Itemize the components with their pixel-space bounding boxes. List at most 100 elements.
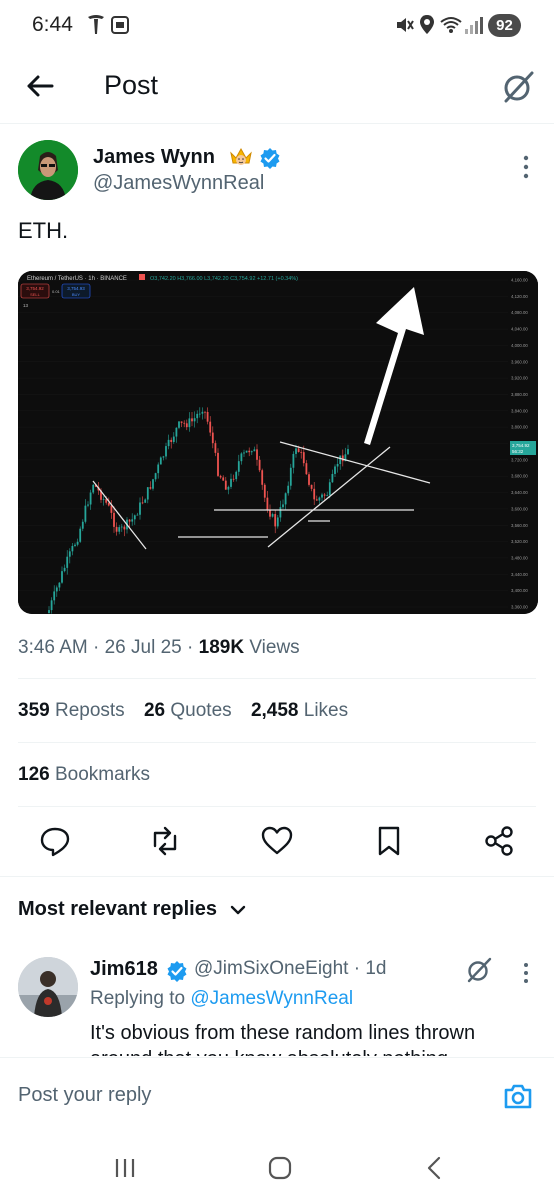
chart-price-tag: 3,754.92 [512,443,530,448]
likes-stat[interactable]: 2,458 Likes [251,700,348,721]
chart-y-tick: 4,000.00 [511,343,528,348]
candle-body [183,422,186,424]
chart-buy-label: BUY [72,292,81,297]
chart-ohlc: O3,742.20 H3,766.00 L3,742.20 C3,754.92 … [150,276,298,282]
reply-author-name[interactable]: Jim618 [90,958,158,981]
grok-icon[interactable] [500,69,536,105]
chart-y-tick: 3,440.00 [511,572,528,577]
candle-body [141,502,144,504]
likes-count: 2,458 [250,700,299,721]
candle-body [128,519,131,522]
candle-body [250,451,253,453]
reply-icon[interactable] [38,824,72,858]
candle-body [102,499,105,501]
repost-icon[interactable] [148,824,182,858]
bookmarks-stat[interactable]: 126 Bookmarks [18,764,150,786]
post-image-chart[interactable]: Ethereum / TetherUS · 1h · BINANCE O3,74… [18,271,538,614]
post-stats: 359 Reposts 26 Quotes 2,458 Likes [18,700,362,722]
candle-body [339,455,342,464]
candle-body [321,494,323,498]
reposts-label: Reposts [54,700,125,721]
candle-body [167,439,170,447]
meta-separator: · [187,637,199,658]
status-time: 6:44 [32,13,73,36]
views-label[interactable]: Views [249,637,299,658]
chart-svg: Ethereum / TetherUS · 1h · BINANCE O3,74… [18,271,538,614]
candle-body [162,456,165,458]
chart-y-tick: 3,360.00 [511,605,528,610]
candle-body [71,545,74,552]
more-options-icon[interactable] [518,960,534,986]
chart-buy-price: 3,754.93 [67,286,85,291]
system-nav-bar [0,1137,554,1200]
chart-y-tick: 3,880.00 [511,392,528,397]
reply-text[interactable]: It's obvious from these random lines thr… [90,1020,540,1056]
chart-y-tick: 3,920.00 [511,376,528,381]
candle-body [310,484,313,489]
quotes-stat[interactable]: 26 Quotes [144,700,232,721]
candle-body [248,450,251,453]
candle-body [261,470,264,485]
author-name[interactable]: James Wynn [93,146,215,169]
candle-body [152,479,154,489]
reply-age: · 1d [353,958,387,979]
candle-body [292,453,295,468]
candle-body [68,551,71,557]
grok-icon[interactable] [465,956,493,984]
candle-body [232,478,235,480]
candle-body [217,452,219,476]
candle-body [341,455,344,462]
home-icon[interactable] [265,1153,295,1183]
replies-sort-dropdown[interactable]: Most relevant replies [18,898,247,921]
camera-icon[interactable] [502,1080,534,1112]
chart-y-tick: 3,600.00 [511,506,528,511]
candle-body [334,466,336,474]
candle-body [318,497,321,501]
chart-price-tag-time: 56:32 [512,449,524,454]
tesla-icon [88,15,104,34]
system-back-icon[interactable] [420,1153,450,1183]
candle-body [118,527,121,532]
author-handle[interactable]: @JamesWynnReal [93,172,264,195]
back-arrow-icon[interactable] [22,68,58,104]
candle-body [266,497,269,511]
chart-sell-price: 3,754.92 [26,286,44,291]
candle-body [230,478,232,487]
author-avatar[interactable] [18,140,78,200]
candle-body [48,610,50,613]
candle-body [180,421,183,423]
candle-body [328,482,331,496]
chart-sell-label: SELL [30,292,41,297]
views-count: 189K [198,637,245,658]
candle-body [271,514,274,517]
chart-indicator-count: 13 [23,303,29,308]
candle-body [154,473,157,480]
candle-body [115,526,118,532]
candle-body [159,457,162,465]
reply-avatar[interactable] [18,957,78,1017]
like-icon[interactable] [260,824,294,858]
chart-y-tick: 3,520.00 [511,539,528,544]
avatar-image [18,140,78,200]
reposts-stat[interactable]: 359 Reposts [18,700,125,721]
verified-badge-icon [260,148,280,169]
candle-body [308,474,310,485]
mute-icon [397,18,414,32]
more-options-icon[interactable] [516,152,536,182]
reply-input[interactable] [18,1084,478,1107]
bookmark-icon[interactable] [372,824,406,858]
reply-author-handle[interactable]: @JimSixOneEight [194,958,348,979]
candle-body [256,449,258,460]
candle-body [172,436,175,442]
candle-body [287,485,290,494]
quotes-count: 26 [143,700,166,721]
replying-to-prefix: Replying to [90,988,186,1009]
candle-body [198,413,201,415]
candle-body [84,505,87,522]
candle-body [214,443,217,453]
recent-apps-icon[interactable] [110,1153,140,1183]
chevron-down-icon [230,905,245,914]
replying-to-handle[interactable]: @JamesWynnReal [190,988,353,1009]
candle-body [336,463,339,467]
share-icon[interactable] [482,824,516,858]
